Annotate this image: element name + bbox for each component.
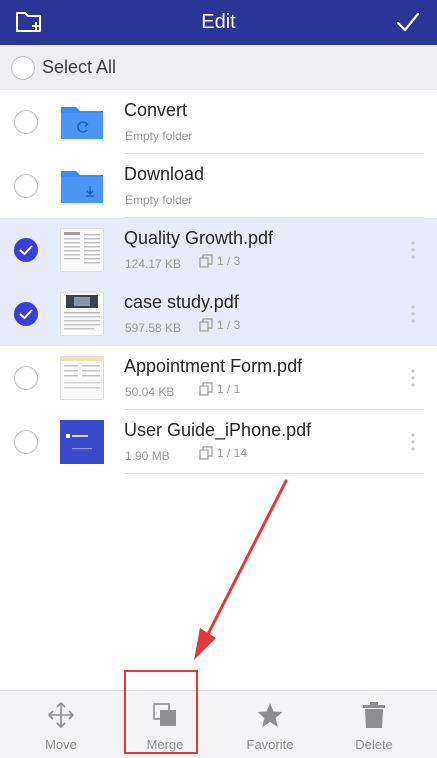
move-button[interactable]: Move <box>16 691 106 758</box>
list-item[interactable]: User Guide_iPhone.pdf 1.90 MB 1 / 14 <box>0 410 437 474</box>
page-count-text: 1 / 14 <box>217 446 248 460</box>
row-radio[interactable] <box>14 174 38 198</box>
page-count: 1 / 14 <box>199 446 247 460</box>
pdf-thumbnail <box>60 228 104 272</box>
app-header: Edit <box>0 0 437 45</box>
file-name: Download <box>124 164 205 184</box>
pdf-thumbnail <box>60 356 104 400</box>
page-count: 1 / 3 <box>199 254 240 268</box>
file-name: User Guide_iPhone.pdf <box>124 420 312 440</box>
list-item[interactable]: Quality Growth.pdf 124.17 KB 1 / 3 <box>0 218 437 282</box>
favorite-button[interactable]: Favorite <box>225 691 315 758</box>
more-vertical-icon[interactable] <box>403 368 423 388</box>
select-all-radio[interactable] <box>11 56 35 80</box>
list-item[interactable]: case study.pdf 597.58 KB 1 / 3 <box>0 282 437 346</box>
row-radio[interactable] <box>14 110 38 134</box>
pages-icon <box>199 446 213 460</box>
file-name: Quality Growth.pdf <box>124 228 274 248</box>
folder-icon <box>61 107 103 139</box>
page-title: Edit <box>201 11 236 33</box>
row-radio-checked[interactable] <box>14 238 38 262</box>
more-vertical-icon[interactable] <box>403 304 423 324</box>
done-check-icon[interactable] <box>395 10 421 34</box>
merge-label: Merge <box>146 737 184 752</box>
select-all-label: Select All <box>42 57 117 77</box>
page-count: 1 / 1 <box>199 382 240 396</box>
file-meta: Empty folder <box>125 193 193 207</box>
list-item[interactable]: Convert Empty folder <box>0 90 437 154</box>
check-icon <box>19 245 33 255</box>
file-size: 50.04 KB <box>125 385 175 399</box>
pdf-thumbnail <box>60 292 104 336</box>
file-list: Convert Empty folder Download Empty fold… <box>0 90 437 474</box>
file-meta: Empty folder <box>125 129 193 143</box>
select-all-row[interactable]: Select All <box>0 45 437 90</box>
list-item[interactable]: Download Empty folder <box>0 154 437 218</box>
file-size: 124.17 KB <box>125 257 182 271</box>
page-count-text: 1 / 1 <box>217 382 241 396</box>
star-icon <box>257 703 283 727</box>
favorite-label: Favorite <box>246 737 294 752</box>
page-count-text: 1 / 3 <box>217 254 241 268</box>
file-size: 597.58 KB <box>125 321 182 335</box>
delete-label: Delete <box>355 737 393 752</box>
page-count-text: 1 / 3 <box>217 318 241 332</box>
file-size: 1.90 MB <box>125 449 170 463</box>
more-vertical-icon[interactable] <box>403 240 423 260</box>
divider <box>124 473 424 474</box>
bottom-toolbar: Move Merge Favorite Delete <box>0 690 437 758</box>
row-radio[interactable] <box>14 430 38 454</box>
move-label: Move <box>45 737 77 752</box>
trash-icon <box>363 702 385 728</box>
pages-icon <box>199 318 213 332</box>
file-name: case study.pdf <box>124 292 239 312</box>
check-icon <box>19 309 33 319</box>
folder-icon <box>61 171 103 203</box>
delete-button[interactable]: Delete <box>329 691 419 758</box>
pages-icon <box>199 382 213 396</box>
row-radio-checked[interactable] <box>14 302 38 326</box>
more-vertical-icon[interactable] <box>403 432 423 452</box>
pages-icon <box>199 254 213 268</box>
merge-button[interactable]: Merge <box>120 691 210 758</box>
row-radio[interactable] <box>14 366 38 390</box>
file-name: Convert <box>124 100 188 120</box>
move-arrows-icon <box>48 702 74 728</box>
page-count: 1 / 3 <box>199 318 240 332</box>
file-name: Appointment Form.pdf <box>124 356 303 376</box>
merge-icon <box>153 703 176 726</box>
list-item[interactable]: Appointment Form.pdf 50.04 KB 1 / 1 <box>0 346 437 410</box>
pdf-thumbnail <box>60 420 104 464</box>
